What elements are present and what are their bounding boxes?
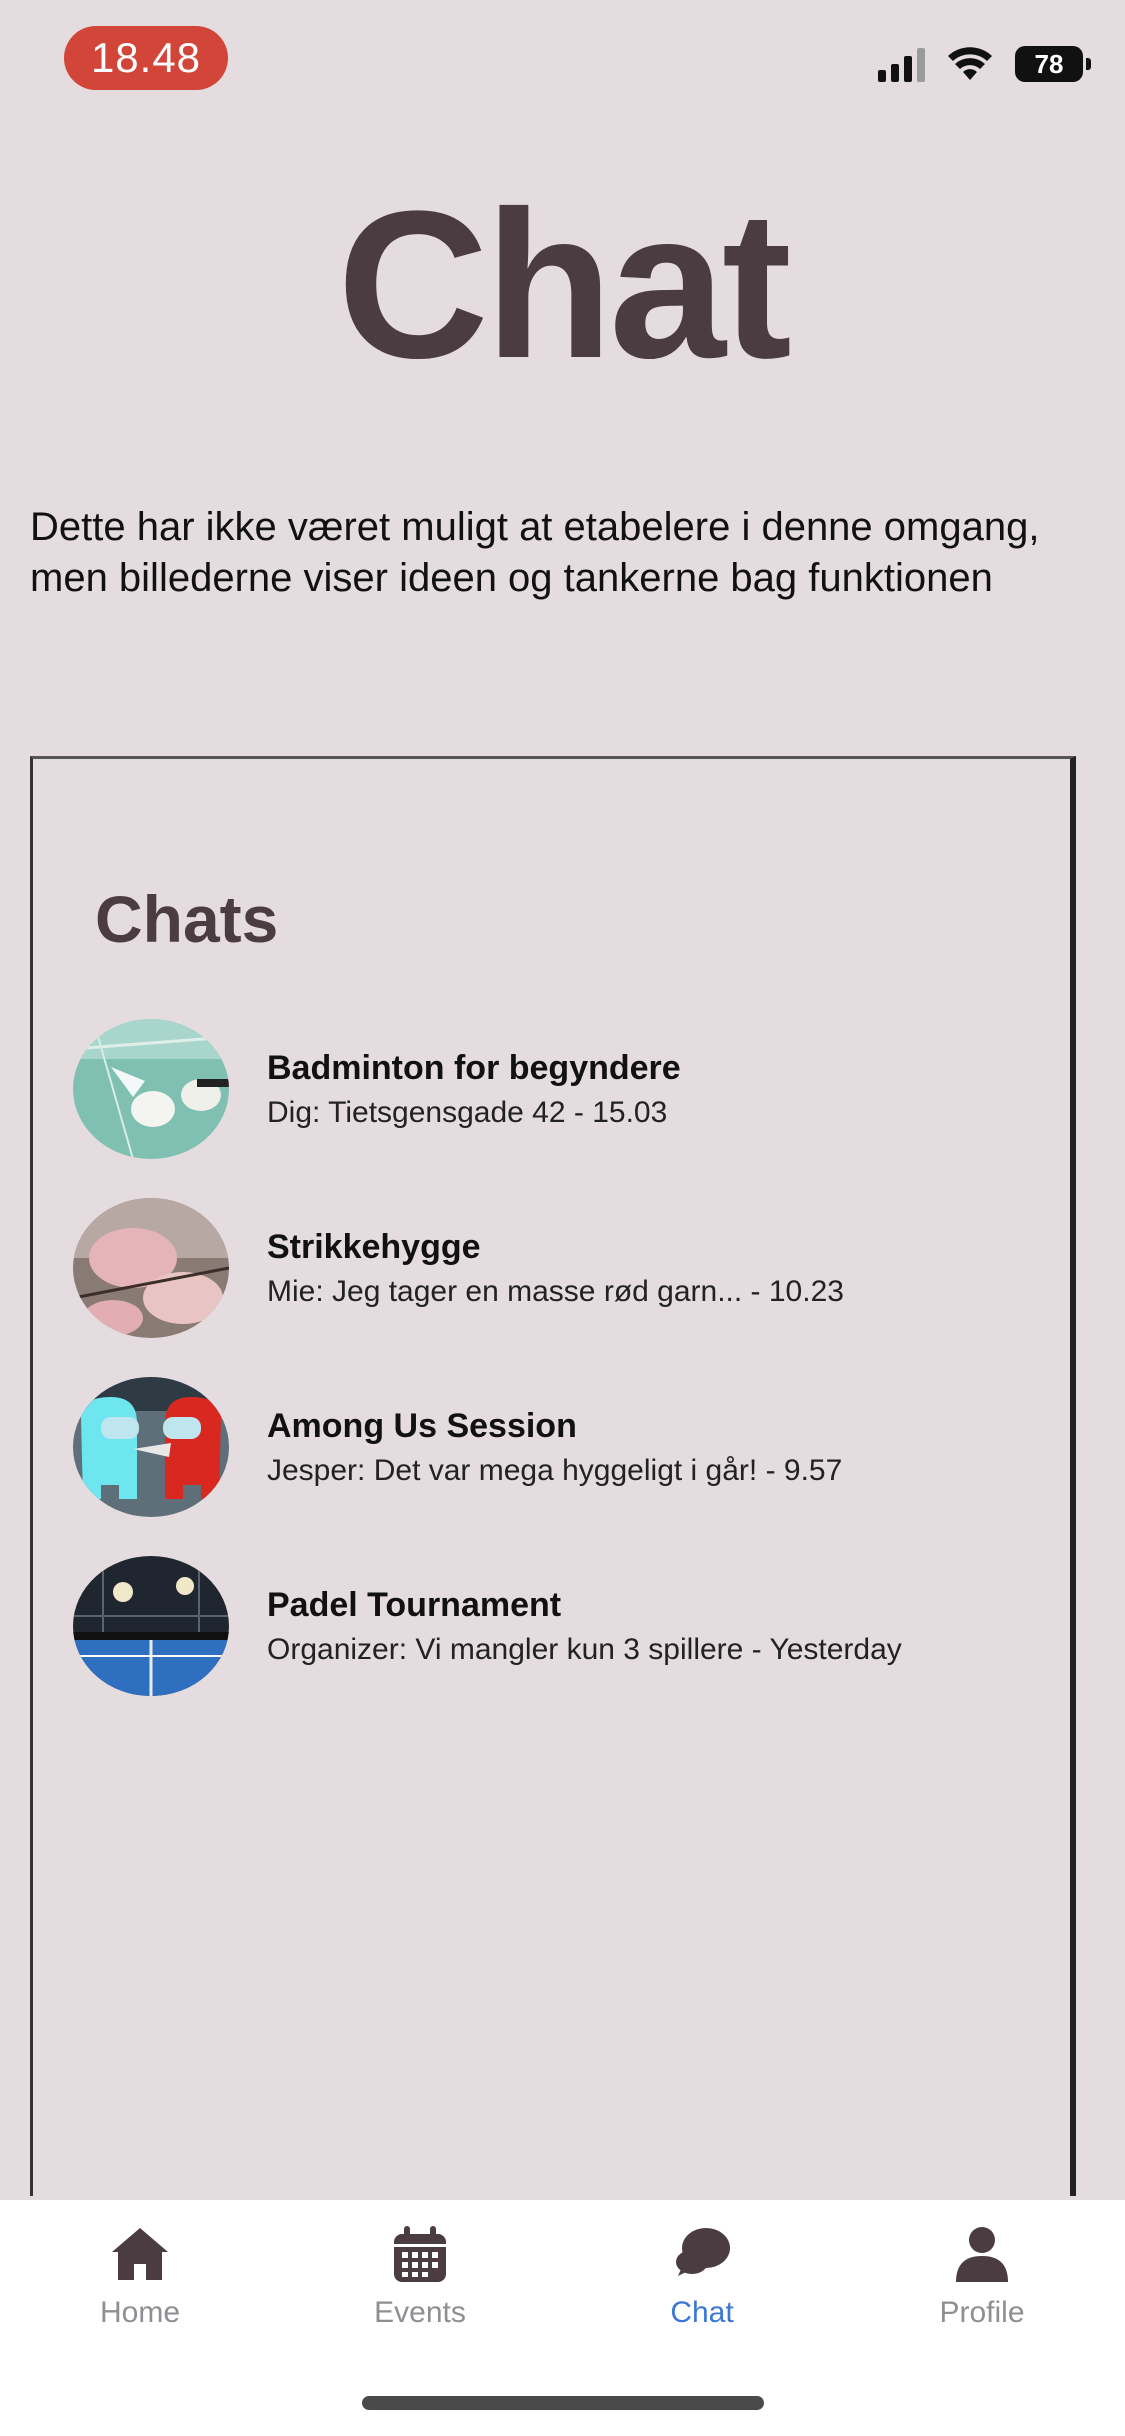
chat-item-strikkehygge[interactable]: Strikkehygge Mie: Jeg tager en masse rød… <box>73 1198 1053 1338</box>
badminton-shuttlecock-image <box>73 1019 229 1159</box>
home-indicator[interactable] <box>362 2396 764 2410</box>
battery-icon: 78 <box>1015 46 1091 82</box>
tab-label: Chat <box>670 2296 734 2329</box>
chat-preview: Mie: Jeg tager en masse rød garn... - 10… <box>267 1274 844 1308</box>
chat-name: Strikkehygge <box>267 1227 481 1266</box>
chat-name: Among Us Session <box>267 1406 577 1445</box>
tab-label: Profile <box>939 2296 1025 2329</box>
chat-text: Strikkehygge Mie: Jeg tager en masse rød… <box>267 1228 844 1309</box>
chat-name: Padel Tournament <box>267 1585 562 1624</box>
chat-preview: Dig: Tietsgensgade 42 - 15.03 <box>267 1095 668 1129</box>
house-icon <box>112 2228 168 2280</box>
calendar-icon <box>394 2226 446 2282</box>
chat-item-padel[interactable]: Padel Tournament Organizer: Vi mangler k… <box>73 1556 1053 1696</box>
tab-label: Home <box>99 2296 181 2329</box>
page-title: Chat <box>337 167 792 402</box>
status-icons: 78 <box>878 46 1091 82</box>
chat-preview: Jesper: Det var mega hyggeligt i går! - … <box>267 1453 843 1487</box>
chat-preview: Organizer: Vi mangler kun 3 spillere - Y… <box>267 1632 902 1666</box>
tab-events[interactable]: Events <box>320 2224 520 2330</box>
status-bar: 18.48 78 <box>0 0 1125 120</box>
chat-text: Padel Tournament Organizer: Vi mangler k… <box>267 1586 902 1667</box>
intro-text: Dette har ikke været muligt at etabelere… <box>30 505 1040 600</box>
tab-profile[interactable]: Profile <box>882 2224 1082 2330</box>
chat-item-among-us[interactable]: Among Us Session Jesper: Det var mega hy… <box>73 1377 1053 1517</box>
chat-mockup-frame: Chats Badminton for begyndere Dig: Tiets… <box>30 756 1076 2196</box>
tab-chat[interactable]: Chat <box>602 2224 802 2330</box>
among-us-characters-image <box>73 1377 229 1517</box>
knitting-yarn-image <box>73 1198 229 1338</box>
chats-heading: Chats <box>95 882 279 956</box>
chat-bubbles-icon <box>676 2228 730 2276</box>
padel-court-image <box>73 1556 229 1696</box>
chat-text: Badminton for begyndere Dig: Tietsgensga… <box>267 1049 681 1130</box>
status-time: 18.48 <box>64 26 228 90</box>
chat-item-badminton[interactable]: Badminton for begyndere Dig: Tietsgensga… <box>73 1019 1053 1159</box>
wifi-icon <box>948 47 992 80</box>
tab-label: Events <box>374 2296 466 2329</box>
chat-text: Among Us Session Jesper: Det var mega hy… <box>267 1407 842 1488</box>
person-icon <box>956 2227 1008 2282</box>
cellular-signal-icon <box>878 46 925 82</box>
tab-home[interactable]: Home <box>40 2224 240 2330</box>
chat-name: Badminton for begyndere <box>267 1048 681 1087</box>
